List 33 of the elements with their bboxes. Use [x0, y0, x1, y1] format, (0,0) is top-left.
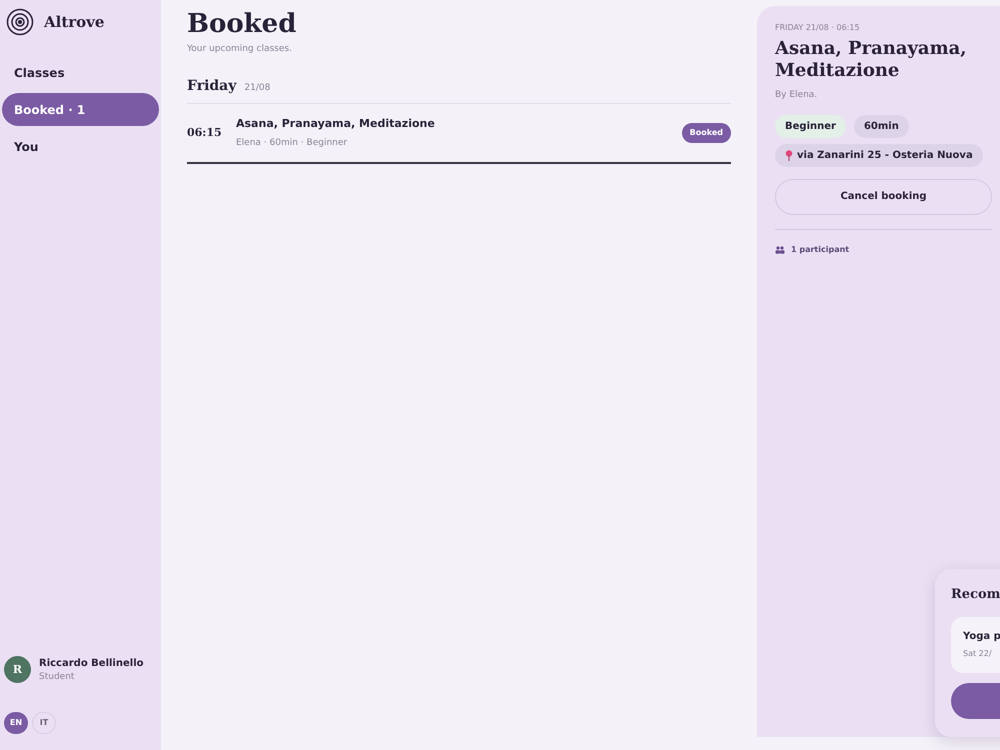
recommended-class[interactable]: Yoga p Sat 22/ — [951, 616, 1000, 672]
pin-icon — [785, 150, 793, 161]
user-role: Student — [39, 670, 76, 684]
language-button[interactable]: IT — [32, 712, 56, 734]
tag-label: 60min — [864, 120, 899, 134]
page-title: Booked — [187, 8, 298, 40]
avatar: R — [4, 656, 31, 684]
user-name: Riccardo Bellinello — [39, 656, 144, 670]
recommended-date: Sat 22/ — [963, 648, 993, 660]
brand-name: Altrove — [44, 12, 104, 33]
class-name: Asana, Pranayama, Meditazione — [236, 116, 436, 132]
cancel-booking-button[interactable]: Cancel booking — [775, 178, 992, 215]
tag-label: via Zanarini 25 - Osteria Nuova — [797, 148, 973, 163]
class-time: 06:15 — [187, 124, 223, 141]
nav-item[interactable]: You — [2, 130, 159, 163]
tag-label: Beginner — [785, 120, 836, 134]
recommended-name: Yoga p — [963, 630, 1000, 644]
detail-title: Asana, Pranayama, Meditazione — [775, 38, 968, 82]
participants-count: 1 participant — [791, 244, 850, 256]
day-date: 21/08 — [244, 82, 270, 95]
people-icon — [775, 246, 785, 254]
class-meta: Elena · 60min · Beginner — [236, 136, 348, 150]
logo-icon — [6, 8, 34, 36]
nav-item[interactable]: Booked · 1 — [2, 93, 159, 126]
instructor: By Elena. — [775, 89, 818, 102]
class-when: FRIDAY 21/08 · 06:15 — [775, 22, 861, 34]
booked-badge: Booked — [682, 123, 731, 143]
class-row[interactable]: 06:15 Asana, Pranayama, Meditazione Elena · 60min · Beginner Booked — [187, 104, 731, 164]
recommendation-title: Recom — [951, 586, 1000, 604]
nav-item[interactable]: Classes — [2, 56, 159, 89]
page-subtitle: Your upcoming classes. — [187, 42, 293, 56]
day-heading: Friday — [187, 77, 236, 96]
language-button[interactable]: EN — [4, 712, 28, 734]
